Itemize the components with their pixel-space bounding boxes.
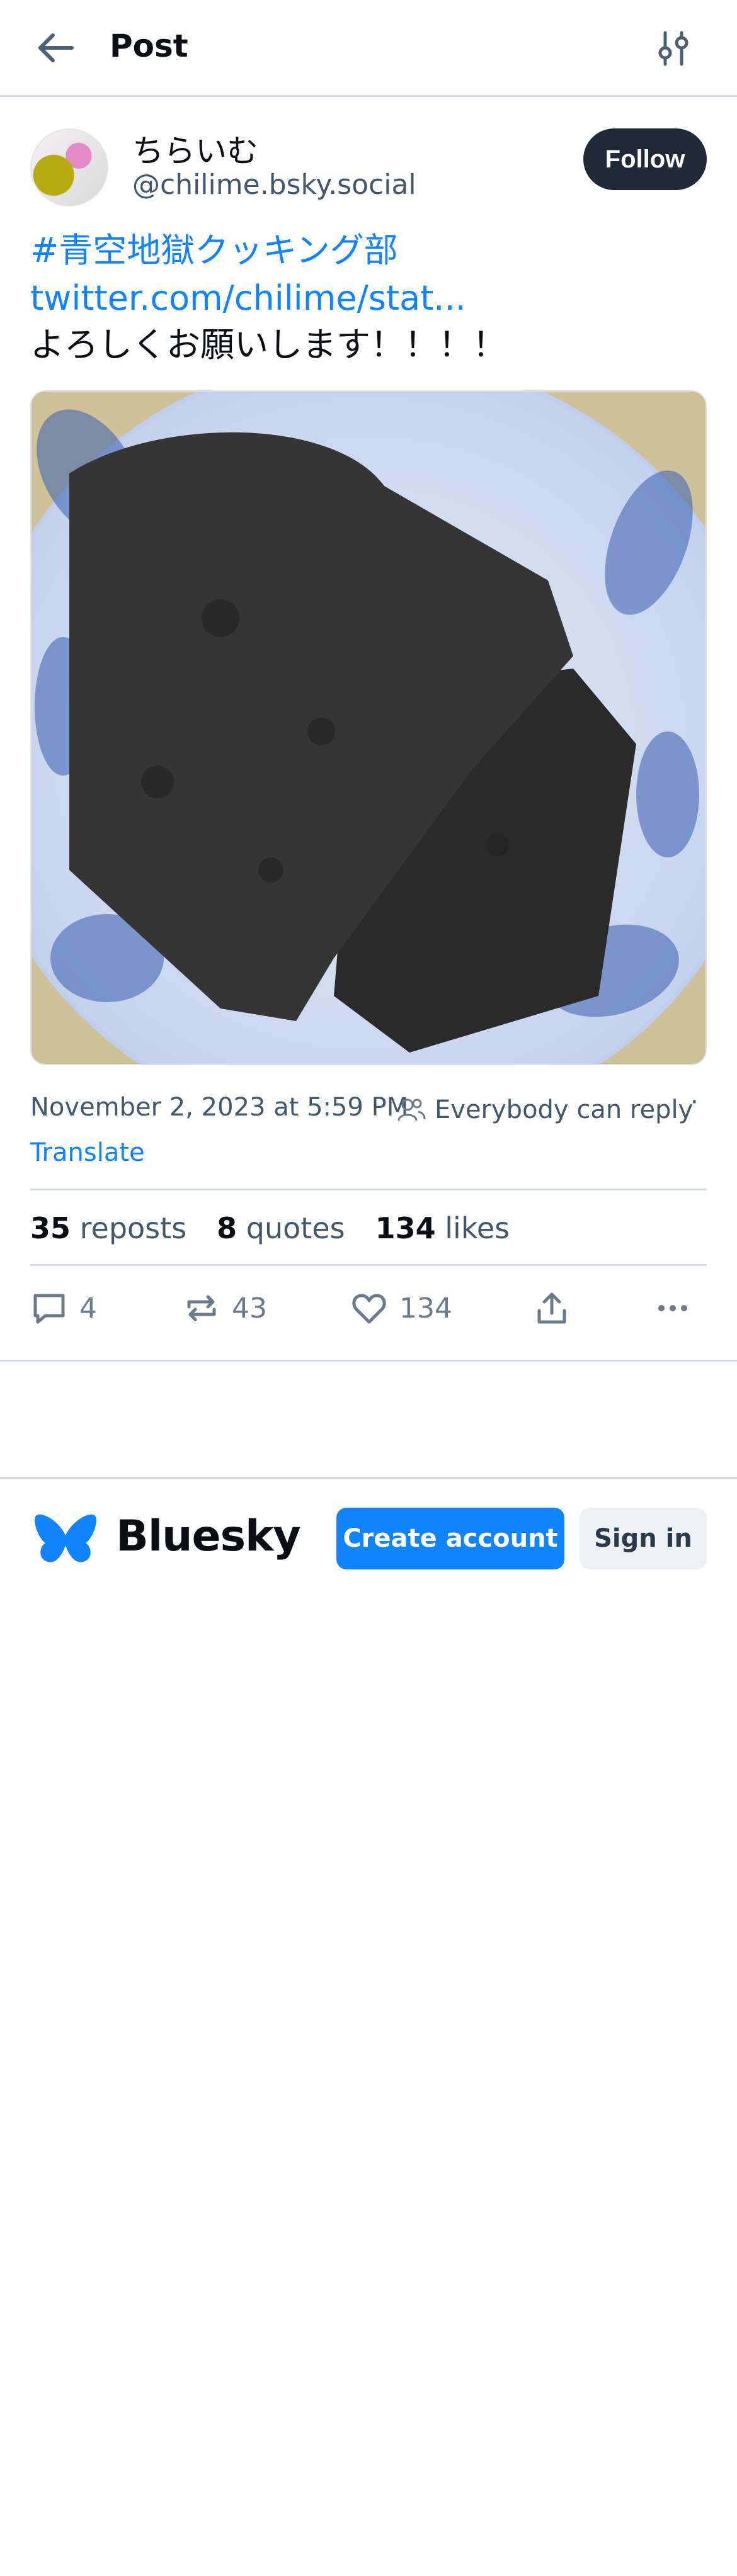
share-icon — [537, 1292, 566, 1324]
post-timestamp: November 2, 2023 at 5:59 PM — [30, 1093, 409, 1122]
likes-stat[interactable]: 134 likes — [375, 1211, 510, 1245]
post-stats: 35 reposts 8 quotes 134 likes — [30, 1211, 510, 1245]
repost-button[interactable]: 43 — [183, 1289, 267, 1327]
translate-link[interactable]: Translate — [30, 1138, 145, 1167]
divider — [30, 1264, 707, 1266]
more-icon — [658, 1305, 687, 1311]
reply-count: 4 — [79, 1292, 97, 1325]
reply-button[interactable]: 4 — [30, 1289, 97, 1327]
top-bar: Post — [0, 0, 737, 97]
quotes-stat[interactable]: 8 quotes — [217, 1211, 345, 1245]
page-title: Post — [110, 28, 188, 64]
filter-icon[interactable] — [655, 30, 692, 67]
post-text: よろしくお願いします！！！！ — [30, 325, 506, 364]
like-button[interactable]: 134 — [350, 1289, 452, 1327]
divider — [30, 1189, 707, 1190]
butterfly-icon — [35, 1514, 96, 1562]
share-button[interactable] — [533, 1289, 571, 1327]
separator-dot: · — [690, 1088, 699, 1117]
author-name[interactable]: ちらいむ — [132, 126, 258, 171]
signup-footer: Bluesky Create account Sign in — [0, 1477, 737, 1570]
back-arrow-icon[interactable] — [35, 30, 76, 65]
external-link[interactable]: twitter.com/chilime/stat... — [30, 274, 707, 322]
reply-icon — [33, 1294, 65, 1324]
like-count: 134 — [399, 1292, 452, 1325]
people-icon — [397, 1099, 426, 1121]
reply-setting: Everybody can reply — [435, 1095, 694, 1124]
hashtag-link[interactable]: #青空地獄クッキング部 — [30, 227, 707, 274]
repost-count: 43 — [232, 1292, 267, 1325]
create-account-button[interactable]: Create account — [336, 1508, 564, 1569]
more-button[interactable] — [654, 1289, 692, 1327]
like-icon — [352, 1294, 386, 1324]
sign-in-button[interactable]: Sign in — [580, 1508, 707, 1569]
author-handle[interactable]: @chilime.bsky.social — [132, 169, 416, 201]
post-actions: 4 43 134 — [30, 1289, 707, 1333]
reposts-stat[interactable]: 35 reposts — [30, 1211, 186, 1245]
follow-button[interactable]: Follow — [583, 128, 707, 190]
brand-name: Bluesky — [116, 1511, 301, 1561]
repost-icon — [187, 1295, 216, 1321]
post-image[interactable] — [30, 390, 707, 1065]
divider — [0, 1360, 737, 1362]
avatar[interactable] — [30, 128, 108, 206]
